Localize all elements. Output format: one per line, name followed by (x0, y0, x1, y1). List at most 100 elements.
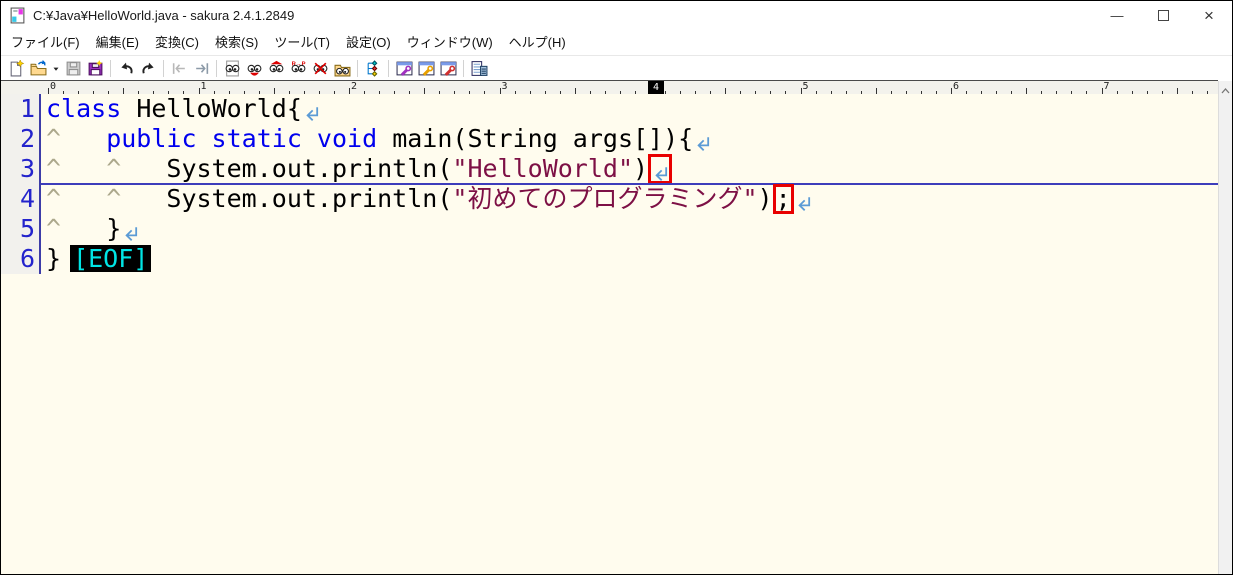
save-as-icon[interactable] (86, 59, 105, 78)
line-number: 1 (1, 94, 41, 124)
code-line: 6} [EOF] (1, 244, 1218, 274)
tab-mark: ^ (106, 184, 122, 213)
code-segment-plain: ) (757, 184, 773, 213)
close-button[interactable]: × (1186, 1, 1232, 30)
toolbar-separator (463, 59, 464, 77)
grep-icon[interactable] (333, 59, 352, 78)
code-segment-string: "HelloWorld" (452, 154, 634, 183)
outline-icon[interactable] (364, 59, 383, 78)
code-line-text: } [EOF] (41, 244, 152, 274)
code-line-text: ^} (41, 214, 139, 244)
code-line-text: ^ ^ System.out.println("初めてのプログラミング"); (41, 184, 812, 214)
file-settings-icon[interactable] (439, 59, 458, 78)
menu-item[interactable]: 編集(E) (88, 30, 147, 55)
open-dropdown-icon[interactable] (51, 59, 61, 78)
code-segment-keyword: class (46, 94, 122, 123)
line-number: 6 (1, 244, 41, 274)
ruler-number: 6 (953, 81, 960, 92)
code-segment-plain: } (46, 244, 62, 273)
return-mark-icon (121, 214, 139, 244)
annotation-box (648, 154, 673, 184)
line-number: 2 (1, 124, 41, 154)
window-title: C:¥Java¥HelloWorld.java - sakura 2.4.1.2… (33, 8, 295, 23)
code-segment-plain: System.out.println( (166, 154, 453, 183)
code-segment-plain: HelloWorld{ (121, 94, 302, 123)
line-number: 4 (1, 184, 41, 214)
type-settings-icon[interactable] (395, 59, 414, 78)
tab-mark: ^ (46, 124, 62, 153)
clear-find-icon[interactable] (311, 59, 330, 78)
menu-item[interactable]: 変換(C) (147, 30, 207, 55)
new-file-icon[interactable] (7, 59, 26, 78)
ruler-number: 0 (50, 81, 57, 92)
ruler-caret-column-marker: 4 (648, 81, 664, 94)
vertical-scrollbar[interactable] (1218, 81, 1232, 574)
ruler-number: 3 (501, 81, 508, 92)
undo-icon[interactable] (117, 59, 136, 78)
tab-mark: ^ (46, 214, 62, 243)
code-segment-keyword: public static void (106, 124, 393, 153)
tab-mark: ^ (46, 154, 62, 183)
return-mark-icon (794, 184, 812, 214)
code-line: 2 ^ public static void main(String args[])… (1, 124, 1218, 154)
toolbar: R→P (1, 56, 1232, 80)
code-line: 3 ^ ^ System.out.println("HelloWorld") (1, 154, 1218, 185)
open-file-icon[interactable] (29, 59, 48, 78)
replace-icon[interactable]: R→P (289, 59, 308, 78)
menu-bar: ファイル(F) 編集(E) 変換(C) 検索(S) ツール(T) 設定(O) ウィンドウ(W… (1, 30, 1232, 56)
minimize-button[interactable]: — (1094, 1, 1140, 30)
redo-icon[interactable] (139, 59, 158, 78)
column-ruler: 0 1 2 3 4 5 6 7 (1, 80, 1218, 94)
menu-item[interactable]: 検索(S) (207, 30, 266, 55)
app-icon (10, 7, 25, 24)
toolbar-separator (357, 59, 358, 77)
menu-item[interactable]: ヘルプ(H) (501, 30, 574, 55)
common-settings-icon[interactable] (417, 59, 436, 78)
special-chars-icon[interactable] (470, 59, 489, 78)
ruler-number: 1 (200, 81, 207, 92)
menu-item[interactable]: 設定(O) (338, 30, 399, 55)
return-mark-icon (651, 154, 669, 184)
menu-item[interactable]: ウィンドウ(W) (399, 30, 501, 55)
tab-mark: ^ (106, 154, 122, 183)
code-line-text: ^ public static void main(String args[]){ (41, 124, 711, 154)
line-number: 5 (1, 214, 41, 244)
code-segment-plain: System.out.println( (166, 184, 453, 213)
tab-mark: ^ (46, 184, 62, 213)
jump-back-icon[interactable] (170, 59, 189, 78)
code-segment-plain: ; (775, 184, 791, 213)
code-segment-string: "初めてのプログラミング" (452, 184, 758, 213)
jump-forward-icon[interactable] (192, 59, 211, 78)
maximize-button[interactable] (1140, 1, 1186, 30)
code-segment-plain: main(String args[]){ (392, 124, 694, 153)
title-bar: C:¥Java¥HelloWorld.java - sakura 2.4.1.2… (1, 1, 1232, 30)
return-mark-icon (302, 94, 320, 124)
line-number: 3 (1, 154, 41, 184)
code-segment-plain: ) (633, 154, 649, 183)
editor-text-area[interactable]: 1 class HelloWorld{2 ^ public static void m… (1, 94, 1218, 574)
ruler-number: 7 (1103, 81, 1110, 92)
toolbar-separator (110, 59, 111, 77)
app-window: C:¥Java¥HelloWorld.java - sakura 2.4.1.2… (0, 0, 1233, 575)
toolbar-separator (216, 59, 217, 77)
eof-marker: [EOF] (70, 245, 152, 272)
toolbar-separator (388, 59, 389, 77)
code-line-text: ^ ^ System.out.println("HelloWorld") (41, 154, 673, 184)
find-icon[interactable] (245, 59, 264, 78)
save-icon[interactable] (64, 59, 83, 78)
scrollbar-up-icon[interactable] (1219, 84, 1232, 98)
window-controls: — × (1094, 1, 1232, 30)
menu-item[interactable]: ツール(T) (266, 30, 338, 55)
search-icon[interactable] (223, 59, 242, 78)
code-line-text: class HelloWorld{ (41, 94, 320, 124)
code-segment-plain: } (106, 214, 122, 243)
code-line: 4 ^ ^ System.out.println("初めてのプログラミング"); (1, 184, 1218, 214)
toolbar-separator (163, 59, 164, 77)
return-mark-icon (693, 124, 711, 154)
menu-item[interactable]: ファイル(F) (3, 30, 88, 55)
ruler-number: 2 (351, 81, 358, 92)
code-line: 1 class HelloWorld{ (1, 94, 1218, 124)
annotation-box: ; (772, 184, 794, 214)
find-next-icon[interactable] (267, 59, 286, 78)
ruler-number: 5 (802, 81, 809, 92)
